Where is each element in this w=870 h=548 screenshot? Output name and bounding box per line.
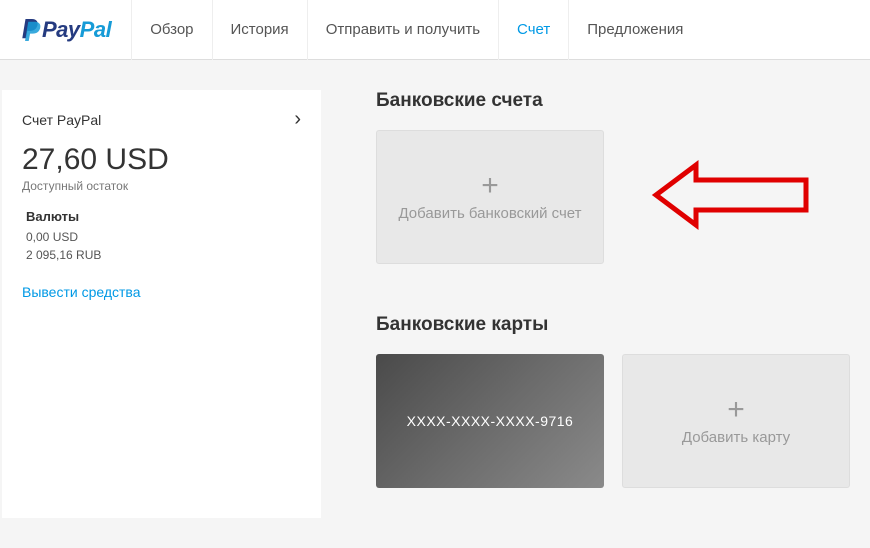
main-content: Банковские счета + Добавить банковский с… — [376, 90, 870, 518]
nav-offers[interactable]: Предложения — [568, 0, 701, 60]
bank-card-item[interactable]: XXXX-XXXX-XXXX-9716 — [376, 354, 604, 488]
withdraw-link[interactable]: Вывести средства — [22, 284, 301, 300]
add-bank-account-label: Добавить банковский счет — [398, 203, 581, 224]
account-header-link[interactable]: Счет PayPal › — [22, 108, 301, 131]
add-bank-account-button[interactable]: + Добавить банковский счет — [376, 130, 604, 264]
nav-overview[interactable]: Обзор — [131, 0, 211, 60]
bank-accounts-title: Банковские счета — [376, 90, 850, 112]
plus-icon: + — [481, 171, 499, 201]
currencies-label: Валюты — [26, 209, 301, 224]
main-nav: Обзор История Отправить и получить Счет … — [131, 0, 701, 59]
currency-line: 0,00 USD — [26, 228, 301, 246]
card-masked-number: XXXX-XXXX-XXXX-9716 — [407, 413, 574, 429]
paypal-pp-icon — [20, 17, 42, 43]
nav-wallet[interactable]: Счет — [498, 0, 568, 60]
nav-send-receive[interactable]: Отправить и получить — [307, 0, 498, 60]
top-header: PayPal Обзор История Отправить и получит… — [0, 0, 870, 60]
add-card-button[interactable]: + Добавить карту — [622, 354, 850, 488]
chevron-right-icon: › — [294, 108, 301, 131]
plus-icon: + — [727, 395, 745, 425]
sidebar: Счет PayPal › 27,60 USD Доступный остато… — [2, 90, 321, 518]
balance-amount: 27,60 USD — [22, 143, 301, 177]
balance-label: Доступный остаток — [22, 179, 301, 193]
cards-title: Банковские карты — [376, 314, 850, 336]
currency-line: 2 095,16 RUB — [26, 246, 301, 264]
nav-history[interactable]: История — [212, 0, 307, 60]
add-card-label: Добавить карту — [682, 427, 790, 448]
paypal-logo[interactable]: PayPal — [10, 17, 121, 43]
account-title: Счет PayPal — [22, 112, 101, 128]
